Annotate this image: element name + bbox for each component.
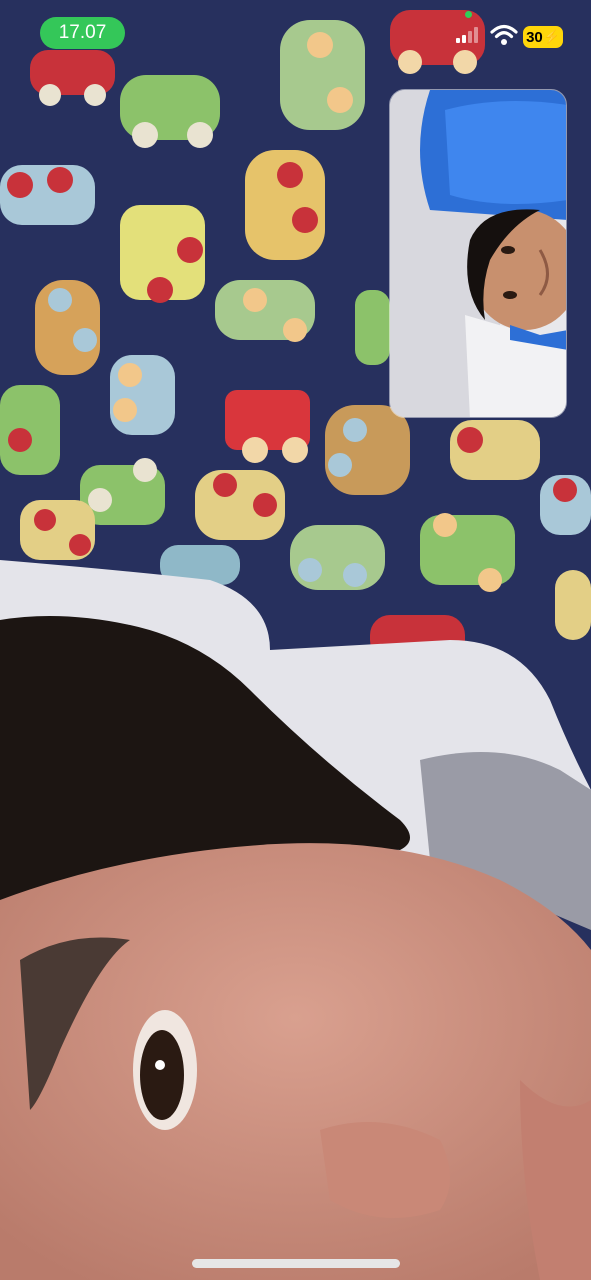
self-view-video [390, 90, 566, 417]
facetime-call-screen: 17.07 30 ⚡ [0, 0, 591, 1280]
battery-charging-icon: 30 ⚡ [523, 26, 563, 48]
status-time: 17.07 [58, 22, 107, 43]
camera-in-use-indicator [465, 11, 472, 18]
call-time-pill[interactable]: 17.07 [40, 17, 125, 49]
cellular-signal-icon [456, 27, 478, 43]
home-indicator[interactable] [192, 1259, 400, 1268]
charging-bolt-icon: ⚡ [543, 29, 560, 44]
face [0, 843, 591, 1280]
status-bar: 17.07 30 ⚡ [0, 0, 591, 70]
battery-level: 30 [526, 28, 543, 46]
self-view-pip[interactable] [389, 89, 567, 418]
wifi-icon [490, 24, 518, 45]
